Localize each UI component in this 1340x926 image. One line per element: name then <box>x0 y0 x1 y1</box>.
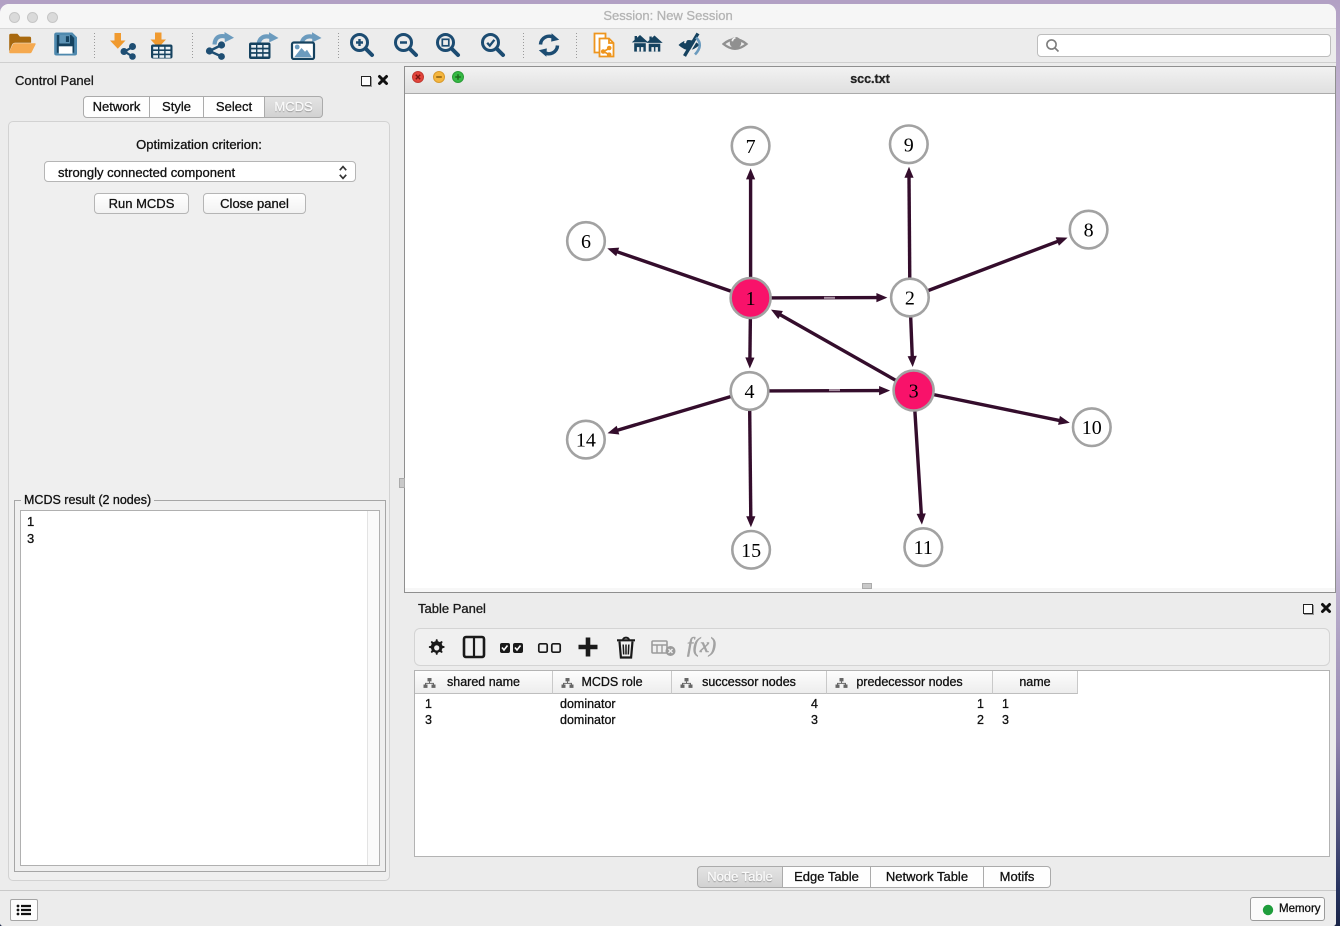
svg-text:11: 11 <box>914 537 933 559</box>
svg-text:6: 6 <box>581 231 591 253</box>
svg-text:8: 8 <box>1084 220 1094 242</box>
svg-text:10: 10 <box>1082 417 1102 439</box>
svg-text:4: 4 <box>745 381 755 403</box>
svg-text:1: 1 <box>746 288 756 310</box>
svg-text:9: 9 <box>904 134 914 156</box>
svg-text:15: 15 <box>741 540 761 562</box>
svg-text:2: 2 <box>905 288 915 310</box>
svg-text:7: 7 <box>746 136 756 158</box>
svg-text:14: 14 <box>576 430 596 452</box>
svg-text:3: 3 <box>909 381 919 403</box>
